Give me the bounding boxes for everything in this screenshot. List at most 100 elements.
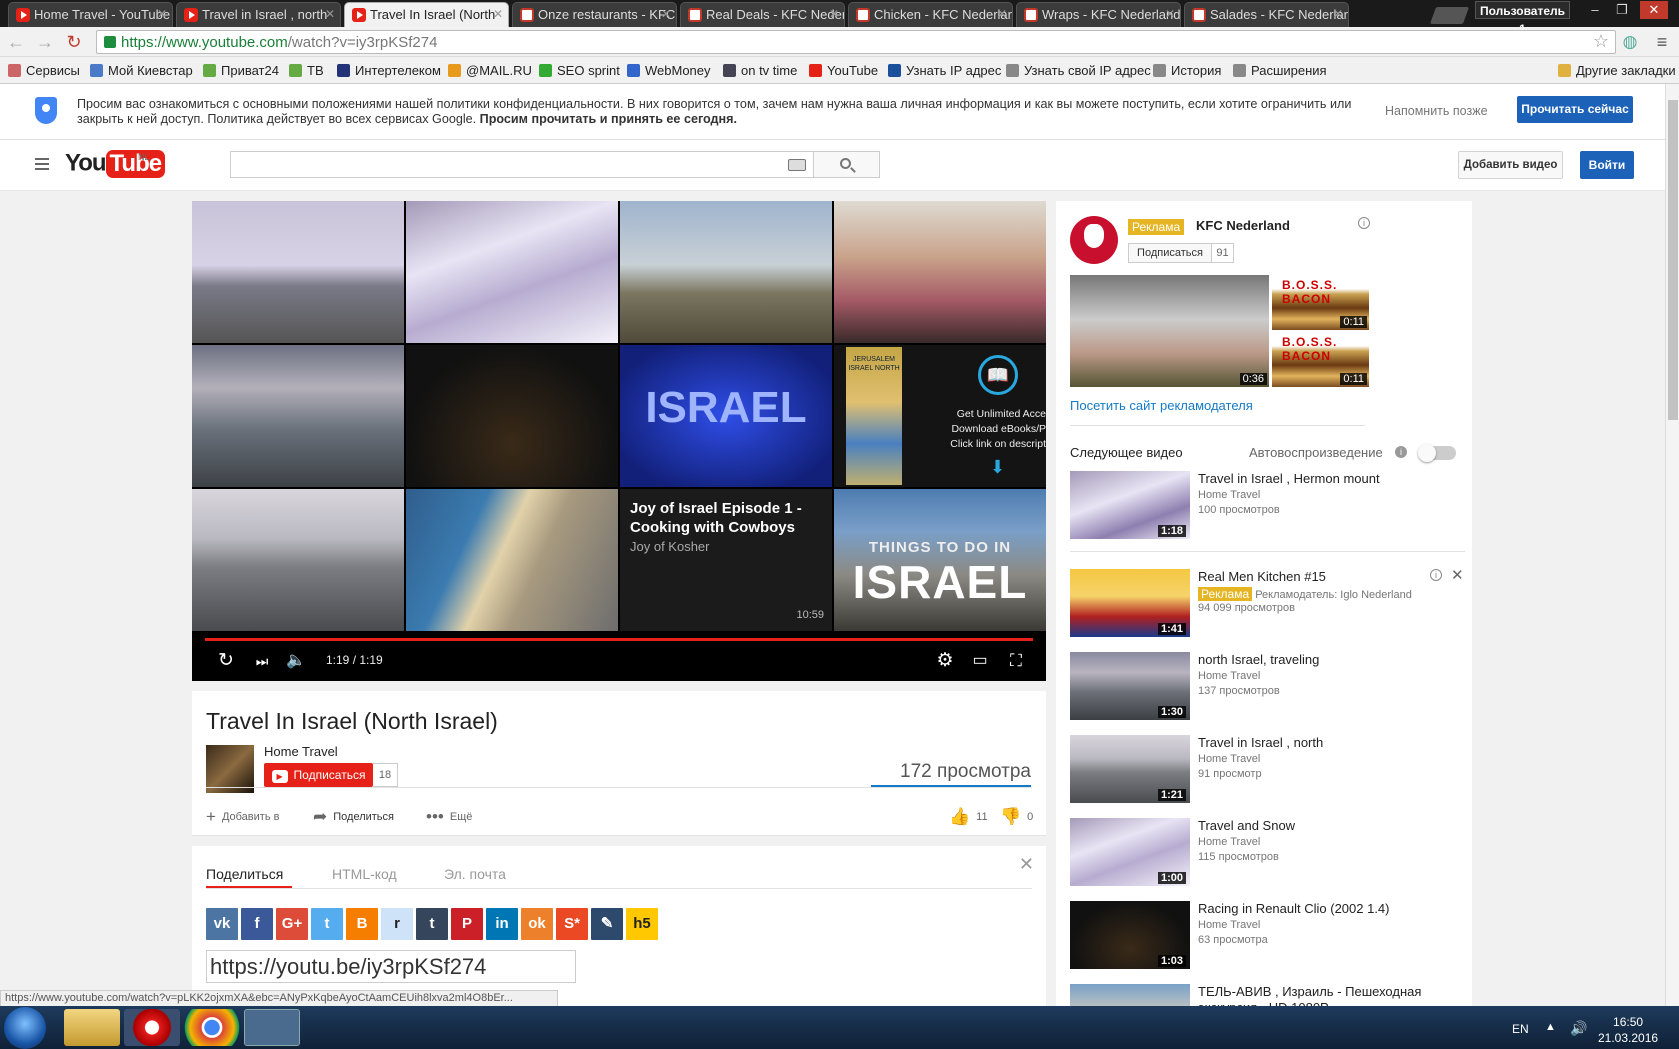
address-bar[interactable]: https://www.youtube.com/watch?v=iy3rpKSf… xyxy=(96,30,1616,54)
close-tab-icon[interactable]: ✕ xyxy=(997,7,1007,21)
ad-thumbnail[interactable]: B.O.S.S. BACON 0:11 xyxy=(1272,332,1369,387)
browser-tab[interactable]: Wraps - KFC Nederland ✕ xyxy=(1016,2,1181,27)
file-explorer-icon[interactable] xyxy=(64,1009,120,1046)
page-scrollbar[interactable] xyxy=(1665,84,1679,1006)
profile-button[interactable]: Пользователь 1 xyxy=(1475,1,1570,36)
endscreen-video-tile[interactable] xyxy=(406,201,618,343)
close-tab-icon[interactable]: ✕ xyxy=(493,7,503,21)
video-title[interactable]: Travel in Israel , Hermon mount xyxy=(1198,471,1463,487)
close-tab-icon[interactable]: ✕ xyxy=(661,7,671,21)
read-now-button[interactable]: Прочитать сейчас xyxy=(1517,96,1633,123)
hyves-share-icon[interactable]: h5 xyxy=(626,908,658,940)
close-tab-icon[interactable]: ✕ xyxy=(325,7,335,21)
language-indicator[interactable]: EN xyxy=(1512,1022,1529,1036)
tab-embed[interactable]: HTML-код xyxy=(332,866,397,882)
opera-icon[interactable] xyxy=(124,1009,180,1046)
bookmark-item[interactable]: Приват24 xyxy=(203,63,279,78)
close-tab-icon[interactable]: ✕ xyxy=(157,7,167,21)
tab-share[interactable]: Поделиться xyxy=(206,866,283,882)
ad-thumbnail[interactable]: B.O.S.S. BACON 0:11 xyxy=(1272,275,1369,330)
bookmark-item[interactable]: SEO sprint xyxy=(539,63,620,78)
video-title[interactable]: Travel in Israel , north xyxy=(1198,735,1463,751)
kfc-logo-icon[interactable] xyxy=(1070,216,1118,264)
related-video[interactable]: ТЕЛЬ-АВИВ , Израиль - Пешеходная экскурс… xyxy=(1070,984,1465,1006)
endscreen-video-tile[interactable] xyxy=(192,489,404,631)
video-thumbnail[interactable]: 1:30 xyxy=(1070,652,1190,720)
bookmark-item[interactable]: @MAIL.RU xyxy=(448,63,532,78)
url-text[interactable]: https://www.youtube.com/watch?v=iy3rpKSf… xyxy=(121,34,437,51)
next-icon[interactable]: ⏭ xyxy=(250,649,274,673)
subscribe-button[interactable]: Подписаться xyxy=(264,763,373,787)
browser-tab[interactable]: Travel in Israel , north ✕ xyxy=(176,2,341,27)
replay-icon[interactable]: ↻ xyxy=(214,649,238,673)
pinterest-share-icon[interactable]: P xyxy=(451,908,483,940)
remind-later-button[interactable]: Напомнить позже xyxy=(1385,104,1488,118)
bookmark-item[interactable]: ТВ xyxy=(289,63,324,78)
close-icon[interactable]: ✕ xyxy=(1019,854,1034,875)
browser-tab-active[interactable]: Travel In Israel (North ✕ xyxy=(344,2,509,27)
video-player[interactable]: ISRAEL JERUSALEM ISRAEL NORTH 📖 Get Unli… xyxy=(192,201,1046,681)
endscreen-video-tile[interactable] xyxy=(192,345,404,487)
odnoklassniki-share-icon[interactable]: ok xyxy=(521,908,553,940)
close-tab-icon[interactable]: ✕ xyxy=(1165,7,1175,21)
related-video[interactable]: 1:21 Travel in Israel , north Home Trave… xyxy=(1070,735,1465,805)
close-tab-icon[interactable]: ✕ xyxy=(829,7,839,21)
browser-tab[interactable]: Salades - KFC Nederlan ✕ xyxy=(1184,2,1349,27)
close-window-icon[interactable]: ✕ xyxy=(1640,1,1668,19)
hamburger-menu-icon[interactable] xyxy=(35,158,49,170)
channel-avatar[interactable] xyxy=(206,745,254,793)
browser-tab[interactable]: Chicken - KFC Nederlan ✕ xyxy=(848,2,1013,27)
vk-share-icon[interactable]: vk xyxy=(206,908,238,940)
info-icon[interactable]: i xyxy=(1395,446,1407,458)
bookmark-star-icon[interactable]: ☆ xyxy=(1593,31,1609,52)
like-button[interactable]: 👍 11 xyxy=(949,807,988,827)
up-next-video[interactable]: 1:18 Travel in Israel , Hermon mount Hom… xyxy=(1070,471,1465,541)
related-video-ad[interactable]: 1:41 Real Men Kitchen #15 Реклама Реклам… xyxy=(1070,567,1465,639)
autoplay-toggle[interactable] xyxy=(1418,444,1456,462)
endscreen-video-tile[interactable] xyxy=(406,489,618,631)
tab-email[interactable]: Эл. почта xyxy=(444,866,506,882)
ad-subscribe-button[interactable]: Подписаться xyxy=(1128,243,1212,263)
endscreen-featured-video[interactable]: Joy of Israel Episode 1 - Cooking with C… xyxy=(620,489,832,631)
bookmark-item[interactable]: YouTube xyxy=(809,63,878,78)
related-video[interactable]: 1:03 Racing in Renault Clio (2002 1.4) H… xyxy=(1070,901,1465,971)
back-arrow-icon[interactable]: ← xyxy=(6,32,26,52)
tumblr-share-icon[interactable]: t xyxy=(416,908,448,940)
related-video[interactable]: 1:00 Travel and Snow Home Travel 115 про… xyxy=(1070,818,1465,888)
browser-tab[interactable]: Onze restaurants - KFC ✕ xyxy=(512,2,677,27)
search-input[interactable] xyxy=(230,151,814,178)
volume-icon[interactable]: 🔈 xyxy=(284,649,308,673)
bookmark-item[interactable]: Узнать IP адрес xyxy=(888,63,1001,78)
endscreen-video-tile[interactable]: JERUSALEM ISRAEL NORTH 📖 Get Unlimited A… xyxy=(834,345,1046,487)
more-button[interactable]: ••• Ещё xyxy=(426,807,472,827)
endscreen-video-tile[interactable] xyxy=(620,201,832,343)
bookmark-item[interactable]: Сервисы xyxy=(8,63,80,78)
browser-tab[interactable]: Home Travel - YouTube ✕ xyxy=(8,2,173,27)
endscreen-video-tile[interactable] xyxy=(192,201,404,343)
add-to-button[interactable]: + Добавить в xyxy=(206,807,279,827)
reload-icon[interactable]: ↻ xyxy=(64,32,84,52)
theater-mode-icon[interactable]: ▭ xyxy=(968,649,992,673)
googleplus-share-icon[interactable]: G+ xyxy=(276,908,308,940)
keyboard-icon[interactable] xyxy=(788,159,806,171)
video-thumbnail[interactable] xyxy=(1070,984,1190,1006)
maximize-icon[interactable]: ❐ xyxy=(1608,1,1636,19)
related-video[interactable]: 1:30 north Israel, traveling Home Travel… xyxy=(1070,652,1465,722)
video-title[interactable]: ТЕЛЬ-АВИВ , Израиль - Пешеходная экскурс… xyxy=(1198,984,1463,1006)
stumbleupon-share-icon[interactable]: S* xyxy=(556,908,588,940)
tray-arrow-icon[interactable]: ▲ xyxy=(1545,1021,1556,1033)
blogger-share-icon[interactable]: B xyxy=(346,908,378,940)
video-thumbnail[interactable]: 1:41 xyxy=(1070,569,1190,637)
video-thumbnail[interactable]: 1:18 xyxy=(1070,471,1190,539)
new-tab-button[interactable] xyxy=(1429,7,1470,24)
globe-extension-icon[interactable]: ◍ xyxy=(1620,32,1640,52)
ad-main-thumbnail[interactable]: 0:36 xyxy=(1070,275,1269,387)
minimize-icon[interactable]: – xyxy=(1581,1,1609,19)
other-bookmarks[interactable]: Другие закладки xyxy=(1558,63,1676,78)
endscreen-video-tile[interactable]: THINGS TO DO IN ISRAEL xyxy=(834,489,1046,631)
video-thumbnail[interactable]: 1:21 xyxy=(1070,735,1190,803)
endscreen-video-tile[interactable] xyxy=(834,201,1046,343)
scrollbar-thumb[interactable] xyxy=(1668,100,1678,420)
info-icon[interactable]: i xyxy=(1430,569,1442,581)
visit-advertiser-link[interactable]: Посетить сайт рекламодателя xyxy=(1070,398,1253,413)
